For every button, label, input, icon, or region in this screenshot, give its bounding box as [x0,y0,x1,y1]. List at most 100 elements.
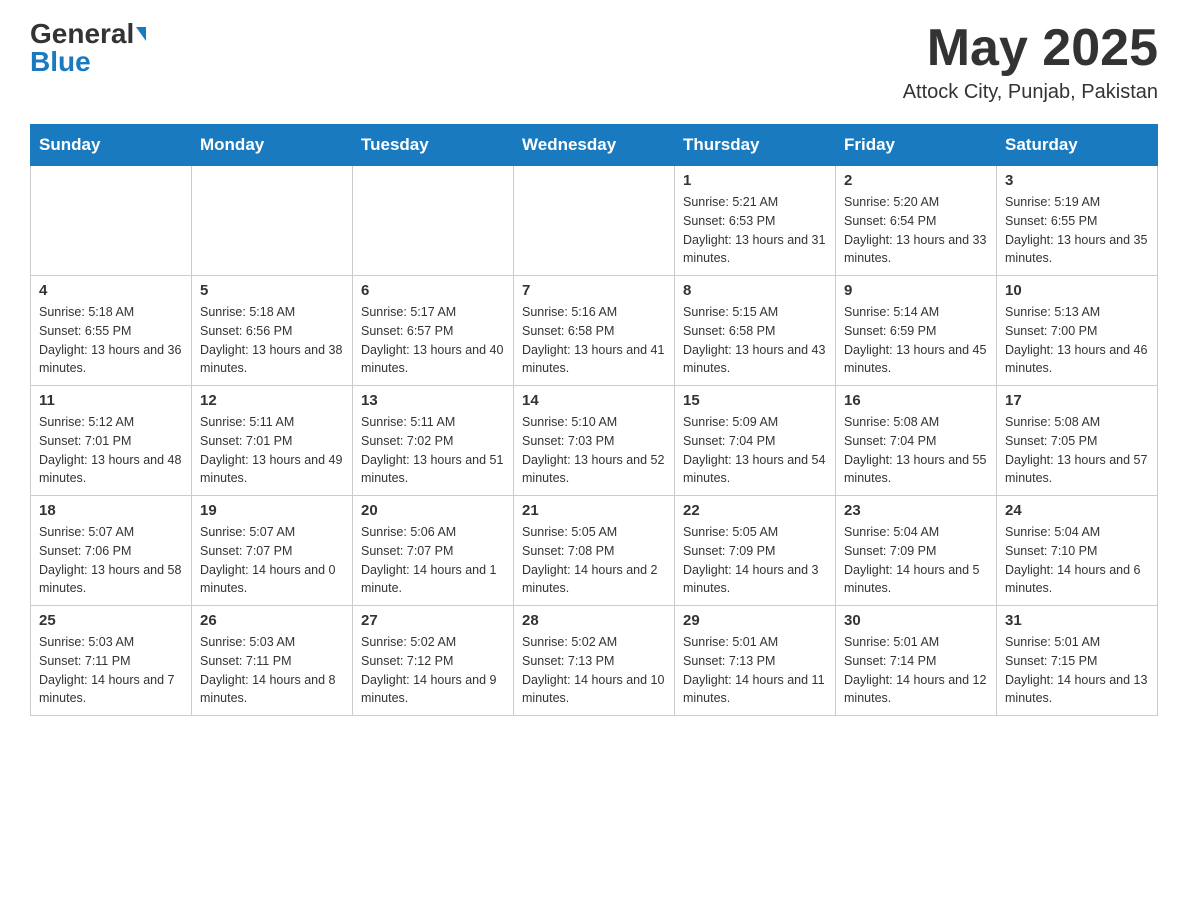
calendar-week-row: 1 Sunrise: 5:21 AMSunset: 6:53 PMDaylight… [31,166,1158,276]
calendar-cell: 13 Sunrise: 5:11 AMSunset: 7:02 PMDayligh… [353,386,514,496]
calendar-table: SundayMondayTuesdayWednesdayThursdayFrid… [30,124,1158,716]
day-number: 10 [1005,282,1149,299]
day-info: Sunrise: 5:21 AMSunset: 6:53 PMDaylight:… [683,193,827,268]
day-number: 28 [522,612,666,629]
day-info: Sunrise: 5:18 AMSunset: 6:56 PMDaylight:… [200,303,344,378]
calendar-cell: 2 Sunrise: 5:20 AMSunset: 6:54 PMDaylight… [836,166,997,276]
calendar-cell: 20 Sunrise: 5:06 AMSunset: 7:07 PMDayligh… [353,496,514,606]
calendar-cell: 22 Sunrise: 5:05 AMSunset: 7:09 PMDayligh… [675,496,836,606]
day-number: 6 [361,282,505,299]
calendar-day-header: Saturday [997,125,1158,166]
calendar-cell: 21 Sunrise: 5:05 AMSunset: 7:08 PMDayligh… [514,496,675,606]
calendar-cell: 12 Sunrise: 5:11 AMSunset: 7:01 PMDayligh… [192,386,353,496]
day-info: Sunrise: 5:03 AMSunset: 7:11 PMDaylight:… [200,633,344,708]
calendar-cell [353,166,514,276]
day-number: 9 [844,282,988,299]
calendar-cell: 5 Sunrise: 5:18 AMSunset: 6:56 PMDaylight… [192,276,353,386]
day-info: Sunrise: 5:18 AMSunset: 6:55 PMDaylight:… [39,303,183,378]
day-info: Sunrise: 5:04 AMSunset: 7:09 PMDaylight:… [844,523,988,598]
calendar-week-row: 18Sunrise: 5:07 AMSunset: 7:06 PMDayligh… [31,496,1158,606]
day-number: 22 [683,502,827,519]
calendar-day-header: Monday [192,125,353,166]
day-number: 14 [522,392,666,409]
day-info: Sunrise: 5:13 AMSunset: 7:00 PMDaylight:… [1005,303,1149,378]
page-header: General Blue May 2025 Attock City, Punja… [30,20,1158,104]
day-number: 17 [1005,392,1149,409]
calendar-day-header: Friday [836,125,997,166]
calendar-cell: 15Sunrise: 5:09 AMSunset: 7:04 PMDayligh… [675,386,836,496]
calendar-cell: 29Sunrise: 5:01 AMSunset: 7:13 PMDayligh… [675,606,836,716]
day-number: 20 [361,502,505,519]
day-number: 12 [200,392,344,409]
calendar-cell: 27 Sunrise: 5:02 AMSunset: 7:12 PMDayligh… [353,606,514,716]
calendar-cell: 18Sunrise: 5:07 AMSunset: 7:06 PMDayligh… [31,496,192,606]
day-number: 30 [844,612,988,629]
day-number: 21 [522,502,666,519]
calendar-cell: 19 Sunrise: 5:07 AMSunset: 7:07 PMDayligh… [192,496,353,606]
calendar-cell: 28 Sunrise: 5:02 AMSunset: 7:13 PMDayligh… [514,606,675,716]
day-number: 3 [1005,172,1149,189]
logo: General Blue [30,20,146,76]
calendar-cell: 1 Sunrise: 5:21 AMSunset: 6:53 PMDaylight… [675,166,836,276]
calendar-cell: 10 Sunrise: 5:13 AMSunset: 7:00 PMDayligh… [997,276,1158,386]
day-info: Sunrise: 5:10 AMSunset: 7:03 PMDaylight:… [522,413,666,488]
month-title: May 2025 [903,20,1158,77]
day-info: Sunrise: 5:15 AMSunset: 6:58 PMDaylight:… [683,303,827,378]
day-number: 13 [361,392,505,409]
day-number: 4 [39,282,183,299]
day-info: Sunrise: 5:02 AMSunset: 7:13 PMDaylight:… [522,633,666,708]
day-number: 25 [39,612,183,629]
day-info: Sunrise: 5:08 AMSunset: 7:05 PMDaylight:… [1005,413,1149,488]
day-info: Sunrise: 5:06 AMSunset: 7:07 PMDaylight:… [361,523,505,598]
calendar-cell: 6Sunrise: 5:17 AMSunset: 6:57 PMDaylight… [353,276,514,386]
calendar-day-header: Thursday [675,125,836,166]
day-info: Sunrise: 5:20 AMSunset: 6:54 PMDaylight:… [844,193,988,268]
logo-arrow-icon [136,27,146,41]
day-info: Sunrise: 5:16 AMSunset: 6:58 PMDaylight:… [522,303,666,378]
day-info: Sunrise: 5:03 AMSunset: 7:11 PMDaylight:… [39,633,183,708]
day-number: 2 [844,172,988,189]
day-info: Sunrise: 5:08 AMSunset: 7:04 PMDaylight:… [844,413,988,488]
day-number: 5 [200,282,344,299]
calendar-day-header: Sunday [31,125,192,166]
day-info: Sunrise: 5:02 AMSunset: 7:12 PMDaylight:… [361,633,505,708]
day-number: 8 [683,282,827,299]
calendar-cell: 24Sunrise: 5:04 AMSunset: 7:10 PMDayligh… [997,496,1158,606]
day-info: Sunrise: 5:19 AMSunset: 6:55 PMDaylight:… [1005,193,1149,268]
logo-blue-text: Blue [30,48,91,76]
day-info: Sunrise: 5:11 AMSunset: 7:02 PMDaylight:… [361,413,505,488]
day-number: 27 [361,612,505,629]
day-info: Sunrise: 5:05 AMSunset: 7:08 PMDaylight:… [522,523,666,598]
day-number: 29 [683,612,827,629]
day-info: Sunrise: 5:04 AMSunset: 7:10 PMDaylight:… [1005,523,1149,598]
calendar-cell: 23 Sunrise: 5:04 AMSunset: 7:09 PMDayligh… [836,496,997,606]
day-number: 11 [39,392,183,409]
calendar-cell: 3 Sunrise: 5:19 AMSunset: 6:55 PMDaylight… [997,166,1158,276]
calendar-cell: 4 Sunrise: 5:18 AMSunset: 6:55 PMDaylight… [31,276,192,386]
calendar-week-row: 25 Sunrise: 5:03 AMSunset: 7:11 PMDayligh… [31,606,1158,716]
day-number: 31 [1005,612,1149,629]
calendar-cell: 26 Sunrise: 5:03 AMSunset: 7:11 PMDayligh… [192,606,353,716]
day-number: 26 [200,612,344,629]
day-info: Sunrise: 5:05 AMSunset: 7:09 PMDaylight:… [683,523,827,598]
day-info: Sunrise: 5:09 AMSunset: 7:04 PMDaylight:… [683,413,827,488]
calendar-day-header: Wednesday [514,125,675,166]
day-number: 19 [200,502,344,519]
logo-general-text: General [30,20,134,48]
day-number: 23 [844,502,988,519]
location-text: Attock City, Punjab, Pakistan [903,81,1158,104]
day-number: 18 [39,502,183,519]
calendar-cell [192,166,353,276]
day-number: 1 [683,172,827,189]
calendar-day-header: Tuesday [353,125,514,166]
day-info: Sunrise: 5:01 AMSunset: 7:15 PMDaylight:… [1005,633,1149,708]
calendar-week-row: 11Sunrise: 5:12 AMSunset: 7:01 PMDayligh… [31,386,1158,496]
calendar-cell [514,166,675,276]
day-info: Sunrise: 5:07 AMSunset: 7:07 PMDaylight:… [200,523,344,598]
calendar-cell: 16Sunrise: 5:08 AMSunset: 7:04 PMDayligh… [836,386,997,496]
day-info: Sunrise: 5:11 AMSunset: 7:01 PMDaylight:… [200,413,344,488]
calendar-cell: 8 Sunrise: 5:15 AMSunset: 6:58 PMDaylight… [675,276,836,386]
calendar-cell: 30 Sunrise: 5:01 AMSunset: 7:14 PMDayligh… [836,606,997,716]
calendar-header-row: SundayMondayTuesdayWednesdayThursdayFrid… [31,125,1158,166]
day-info: Sunrise: 5:01 AMSunset: 7:14 PMDaylight:… [844,633,988,708]
